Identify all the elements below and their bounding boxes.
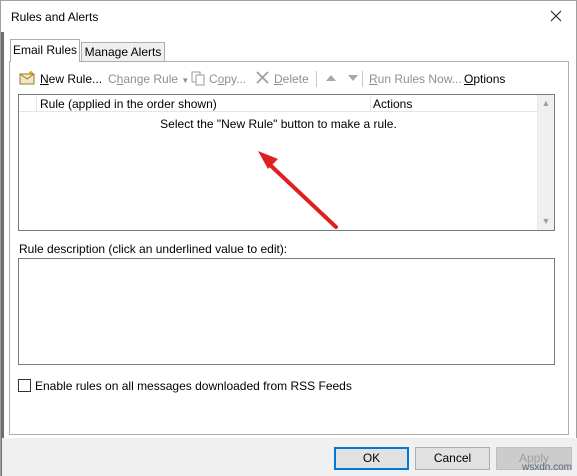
tab-email-rules-label: Email Rules [12, 43, 78, 57]
close-icon[interactable] [546, 6, 566, 26]
cancel-button[interactable]: Cancel [415, 447, 490, 470]
rule-description-box[interactable] [18, 258, 555, 365]
column-header-rule-label: Rule (applied in the order shown) [40, 97, 217, 111]
dropdown-arrow-icon: ▼ [181, 76, 190, 85]
toolbar-separator [362, 71, 363, 87]
delete-x-icon [254, 70, 272, 86]
arrow-up-icon[interactable] [322, 70, 340, 86]
new-rule-button[interactable]: New Rule... [40, 72, 102, 86]
rules-toolbar: New Rule... Change Rule ▼ Copy... Delete… [17, 69, 557, 89]
rss-rules-checkbox[interactable] [18, 379, 31, 392]
tab-manage-alerts-label: Manage Alerts [84, 45, 162, 59]
column-header-actions[interactable]: Actions [372, 95, 538, 112]
scroll-up-icon[interactable]: ▲ [538, 95, 554, 112]
dialog-footer [2, 438, 577, 476]
tab-email-rules[interactable]: Email Rules [10, 39, 80, 62]
column-header-checkbox [20, 95, 37, 112]
copy-button[interactable]: Copy... [209, 72, 246, 86]
rules-and-alerts-dialog: Rules and Alerts Email Rules Manage Aler… [0, 0, 577, 476]
empty-list-message: Select the "New Rule" button to make a r… [160, 117, 397, 131]
tab-manage-alerts[interactable]: Manage Alerts [81, 42, 165, 61]
copy-icon [190, 70, 208, 86]
background-window-edge [1, 1, 4, 476]
column-header-actions-label: Actions [373, 97, 413, 111]
toolbar-separator [316, 71, 317, 87]
rules-list-header: Rule (applied in the order shown) Action… [19, 95, 538, 112]
rss-rules-checkbox-label[interactable]: Enable rules on all messages downloaded … [35, 379, 352, 393]
change-rule-button[interactable]: Change Rule ▼ [108, 72, 189, 86]
rule-description-label: Rule description (click an underlined va… [19, 242, 288, 256]
window-title: Rules and Alerts [11, 10, 99, 24]
red-arrow-annotation [258, 151, 338, 229]
scroll-down-icon[interactable]: ▼ [538, 213, 554, 230]
rules-list-scrollbar[interactable]: ▲ ▼ [537, 95, 554, 230]
run-rules-now-button[interactable]: Run Rules Now... [369, 72, 462, 86]
new-rule-icon [19, 70, 37, 86]
delete-button[interactable]: Delete [274, 72, 309, 86]
watermark-text: wsxdn.com [521, 462, 572, 473]
ok-button[interactable]: OK [334, 447, 409, 470]
arrow-down-icon[interactable] [344, 70, 362, 86]
column-header-rule[interactable]: Rule (applied in the order shown) [20, 95, 371, 112]
title-bar: Rules and Alerts [1, 1, 576, 32]
options-button[interactable]: Options [464, 72, 505, 86]
